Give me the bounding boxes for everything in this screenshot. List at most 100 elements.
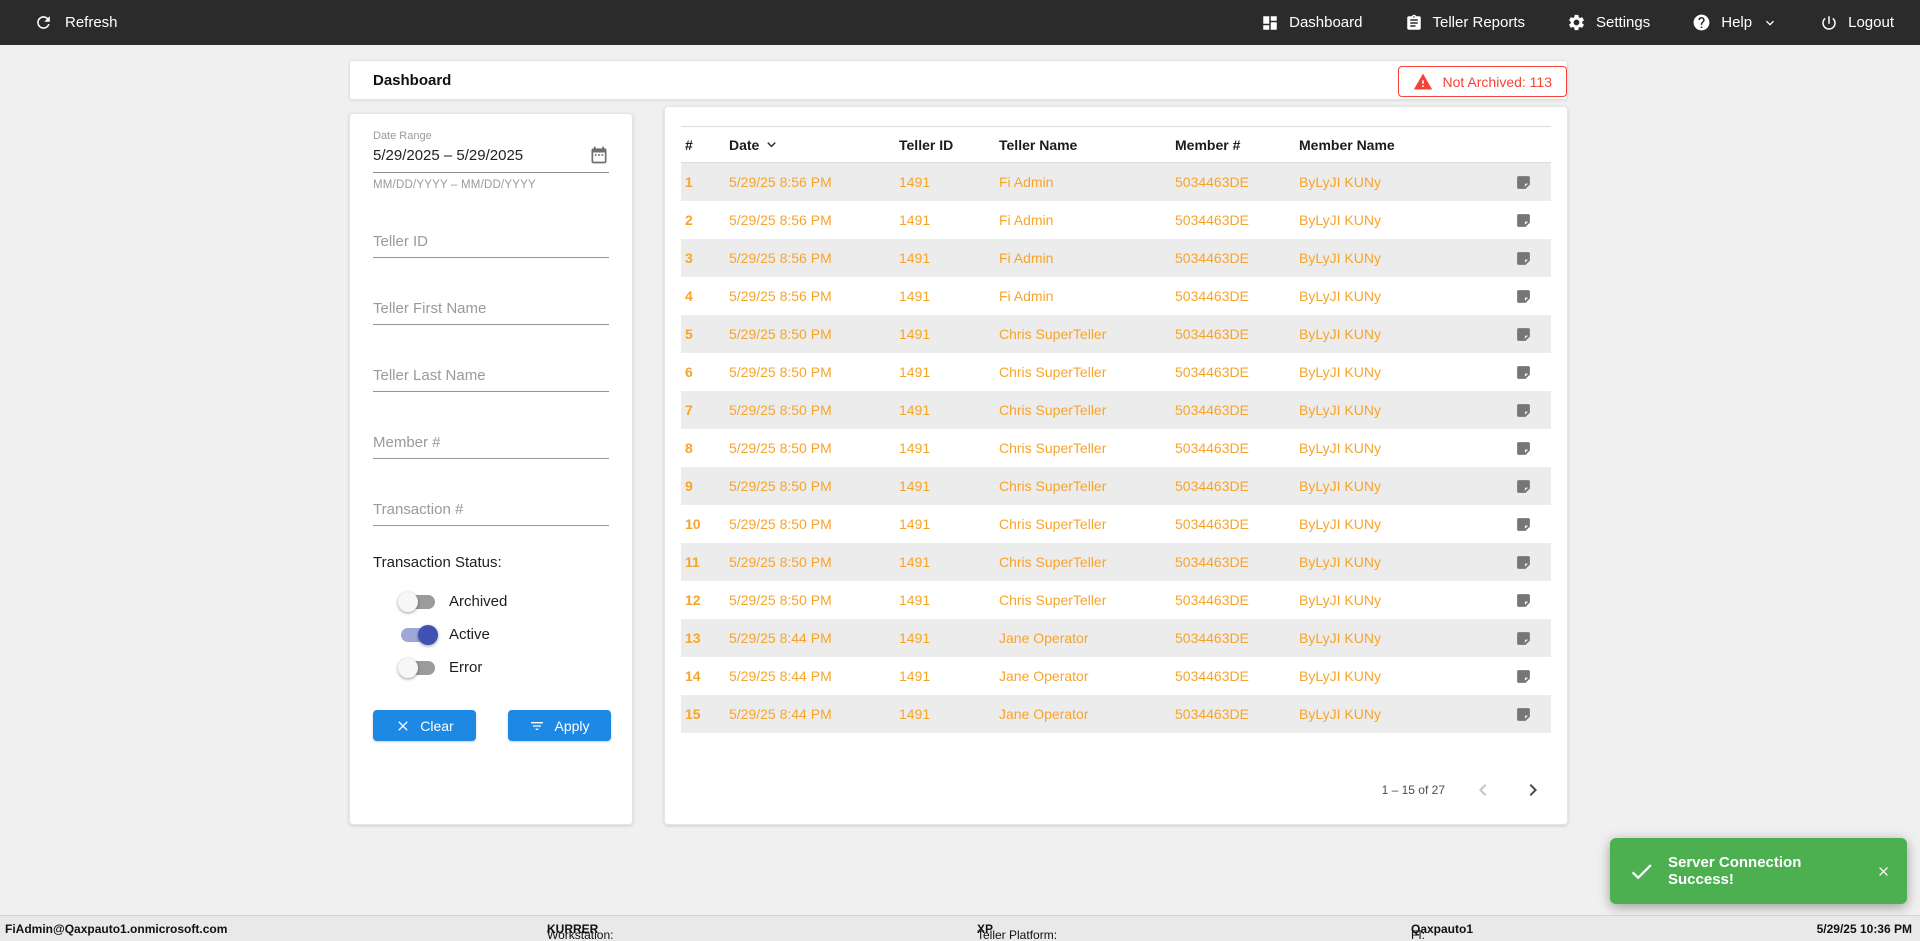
table-row[interactable]: 3 5/29/25 8:56 PM 1491 Fi Admin 5034463D…: [681, 239, 1551, 277]
note-icon[interactable]: [1515, 364, 1532, 381]
row-teller-id: 1491: [899, 592, 931, 608]
row-teller-id: 1491: [899, 212, 931, 228]
table-row[interactable]: 2 5/29/25 8:56 PM 1491 Fi Admin 5034463D…: [681, 201, 1551, 239]
table-row[interactable]: 12 5/29/25 8:50 PM 1491 Chris SuperTelle…: [681, 581, 1551, 619]
col-header-date[interactable]: Date: [725, 136, 895, 153]
chevron-down-icon: [1762, 15, 1778, 31]
nav-item-dashboard[interactable]: Dashboard: [1261, 14, 1363, 32]
table-row[interactable]: 9 5/29/25 8:50 PM 1491 Chris SuperTeller…: [681, 467, 1551, 505]
row-member-name: ByLyJI KUNy: [1299, 402, 1381, 418]
apply-button[interactable]: Apply: [508, 710, 611, 741]
status-teller-platform: Teller Platform: XP: [977, 922, 1058, 941]
row-date: 5/29/25 8:44 PM: [729, 630, 832, 646]
transaction-status-label: Transaction Status:: [373, 554, 502, 571]
pagination-prev-button[interactable]: [1471, 778, 1495, 802]
row-member-number: 5034463DE: [1175, 592, 1249, 608]
note-icon[interactable]: [1515, 326, 1532, 343]
note-icon[interactable]: [1515, 440, 1532, 457]
row-teller-id: 1491: [899, 364, 931, 380]
table-row[interactable]: 11 5/29/25 8:50 PM 1491 Chris SuperTelle…: [681, 543, 1551, 581]
clear-x-icon: [395, 718, 411, 734]
table-row[interactable]: 8 5/29/25 8:50 PM 1491 Chris SuperTeller…: [681, 429, 1551, 467]
note-icon[interactable]: [1515, 668, 1532, 685]
row-member-number: 5034463DE: [1175, 364, 1249, 380]
note-icon[interactable]: [1515, 554, 1532, 571]
date-format-hint: MM/DD/YYYY – MM/DD/YYYY: [373, 179, 536, 191]
row-member-number: 5034463DE: [1175, 516, 1249, 532]
success-check-icon: [1628, 858, 1655, 885]
apply-button-label: Apply: [554, 717, 590, 734]
note-icon[interactable]: [1515, 516, 1532, 533]
date-range-label: Date Range: [373, 130, 432, 142]
row-teller-name: Fi Admin: [999, 250, 1054, 266]
row-member-name: ByLyJI KUNy: [1299, 174, 1381, 190]
row-number: 1: [685, 174, 693, 190]
row-number: 15: [685, 706, 701, 722]
nav-item-logout[interactable]: Logout: [1820, 14, 1894, 32]
results-table-card: # Date Teller ID Teller Name Member # Me…: [664, 106, 1568, 825]
row-date: 5/29/25 8:50 PM: [729, 402, 832, 418]
row-number: 14: [685, 668, 701, 684]
refresh-button[interactable]: Refresh: [0, 13, 118, 32]
row-member-name: ByLyJI KUNy: [1299, 478, 1381, 494]
nav-item-help[interactable]: Help: [1692, 13, 1778, 32]
toggle-active[interactable]: Active: [401, 618, 609, 651]
clear-button[interactable]: Clear: [373, 710, 476, 741]
row-member-name: ByLyJI KUNy: [1299, 516, 1381, 532]
note-icon[interactable]: [1515, 174, 1532, 191]
row-member-name: ByLyJI KUNy: [1299, 364, 1381, 380]
nav-item-settings[interactable]: Settings: [1567, 13, 1650, 32]
date-range-input[interactable]: [373, 146, 589, 164]
filter-icon: [529, 718, 545, 734]
row-teller-id: 1491: [899, 668, 931, 684]
row-date: 5/29/25 8:50 PM: [729, 440, 832, 456]
not-archived-label: Not Archived: 113: [1442, 73, 1552, 90]
nav-item-teller-reports[interactable]: Teller Reports: [1405, 14, 1525, 32]
table-body: 1 5/29/25 8:56 PM 1491 Fi Admin 5034463D…: [681, 163, 1551, 733]
table-row[interactable]: 13 5/29/25 8:44 PM 1491 Jane Operator 50…: [681, 619, 1551, 657]
logout-power-icon: [1820, 14, 1838, 32]
row-teller-name: Fi Admin: [999, 174, 1054, 190]
toggle-archived[interactable]: Archived: [398, 585, 609, 618]
row-member-number: 5034463DE: [1175, 668, 1249, 684]
teller-last-name-field[interactable]: [373, 362, 609, 392]
table-row[interactable]: 6 5/29/25 8:50 PM 1491 Chris SuperTeller…: [681, 353, 1551, 391]
note-icon[interactable]: [1515, 630, 1532, 647]
row-teller-name: Chris SuperTeller: [999, 326, 1107, 342]
table-row[interactable]: 1 5/29/25 8:56 PM 1491 Fi Admin 5034463D…: [681, 163, 1551, 201]
note-icon[interactable]: [1515, 478, 1532, 495]
settings-gear-icon: [1567, 13, 1586, 32]
row-member-number: 5034463DE: [1175, 554, 1249, 570]
table-row[interactable]: 5 5/29/25 8:50 PM 1491 Chris SuperTeller…: [681, 315, 1551, 353]
row-number: 7: [685, 402, 693, 418]
teller-id-field[interactable]: [373, 228, 609, 258]
toast-close-icon[interactable]: [1876, 864, 1891, 879]
refresh-label: Refresh: [65, 14, 118, 31]
note-icon[interactable]: [1515, 250, 1532, 267]
status-workstation: Workstation: KURRER: [547, 922, 614, 941]
note-icon[interactable]: [1515, 212, 1532, 229]
note-icon[interactable]: [1515, 288, 1532, 305]
teller-first-name-field[interactable]: [373, 295, 609, 325]
pagination-next-button[interactable]: [1521, 778, 1545, 802]
not-archived-badge[interactable]: Not Archived: 113: [1397, 66, 1567, 97]
toggle-error[interactable]: Error: [398, 651, 609, 684]
row-date: 5/29/25 8:44 PM: [729, 706, 832, 722]
table-row[interactable]: 10 5/29/25 8:50 PM 1491 Chris SuperTelle…: [681, 505, 1551, 543]
table-row[interactable]: 4 5/29/25 8:56 PM 1491 Fi Admin 5034463D…: [681, 277, 1551, 315]
member-number-field[interactable]: [373, 429, 609, 459]
row-member-number: 5034463DE: [1175, 212, 1249, 228]
calendar-icon[interactable]: [589, 145, 609, 165]
note-icon[interactable]: [1515, 706, 1532, 723]
note-icon[interactable]: [1515, 402, 1532, 419]
transaction-number-field[interactable]: [373, 496, 609, 526]
row-date: 5/29/25 8:50 PM: [729, 364, 832, 380]
table-row[interactable]: 7 5/29/25 8:50 PM 1491 Chris SuperTeller…: [681, 391, 1551, 429]
note-icon[interactable]: [1515, 592, 1532, 609]
teller-reports-icon: [1405, 14, 1423, 32]
table-row[interactable]: 14 5/29/25 8:44 PM 1491 Jane Operator 50…: [681, 657, 1551, 695]
nav-label-dashboard: Dashboard: [1289, 14, 1363, 31]
row-member-name: ByLyJI KUNy: [1299, 668, 1381, 684]
dashboard-icon: [1261, 14, 1279, 32]
table-row[interactable]: 15 5/29/25 8:44 PM 1491 Jane Operator 50…: [681, 695, 1551, 733]
